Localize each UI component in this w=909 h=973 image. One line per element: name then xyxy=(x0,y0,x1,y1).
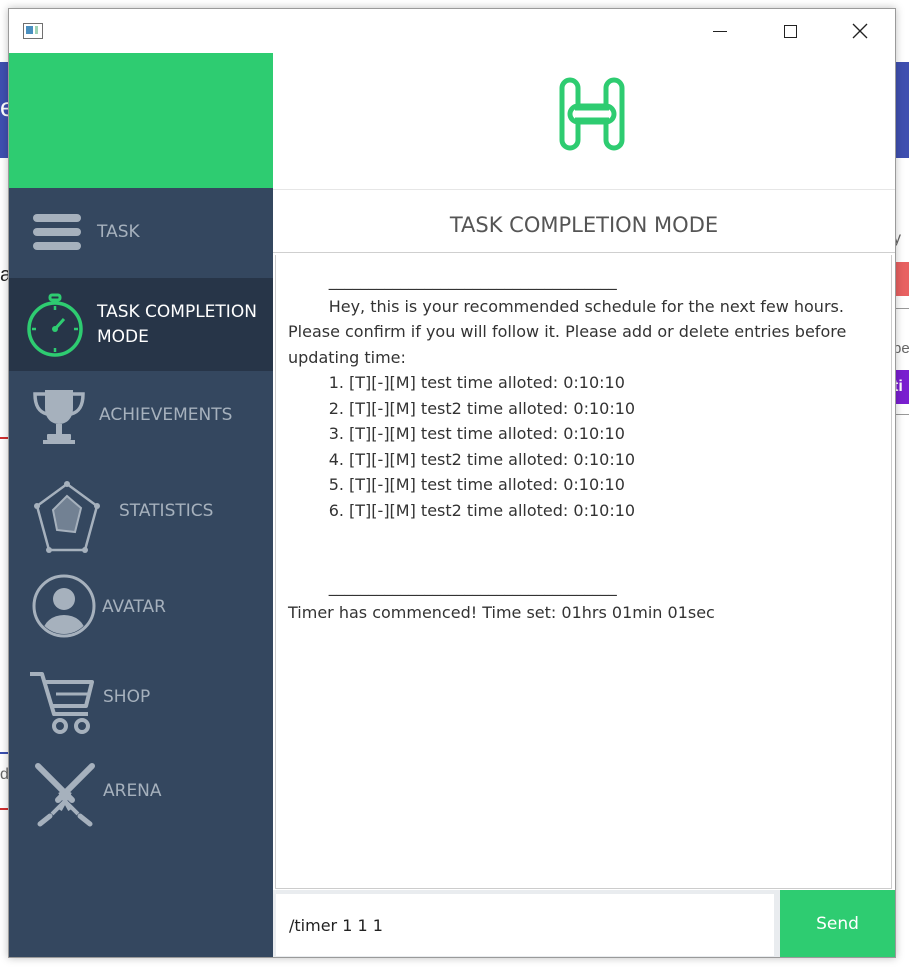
minimize-button[interactable] xyxy=(697,9,743,53)
app-window: TASK TASK COMPLETION MODE ACHIEVEMENTS S… xyxy=(8,8,896,958)
h-logo-icon xyxy=(559,77,625,155)
send-button[interactable]: Send xyxy=(780,890,895,957)
stopwatch-icon xyxy=(23,288,87,360)
main-header xyxy=(273,53,895,190)
sidebar-item-achievements[interactable]: ACHIEVEMENTS xyxy=(9,371,273,463)
menu-icon xyxy=(31,208,83,256)
close-icon xyxy=(852,23,868,39)
output-display[interactable]: ____________________________________ Hey… xyxy=(275,255,892,889)
sidebar-item-avatar[interactable]: AVATAR xyxy=(9,559,273,651)
radar-chart-icon xyxy=(33,477,101,557)
page-title: TASK COMPLETION MODE xyxy=(273,190,895,253)
shopping-cart-icon xyxy=(25,667,97,737)
crossed-swords-icon xyxy=(31,761,99,829)
user-avatar-icon xyxy=(31,573,97,639)
sidebar-item-task-completion-mode[interactable]: TASK COMPLETION MODE xyxy=(9,278,273,371)
sidebar-item-statistics[interactable]: STATISTICS xyxy=(9,463,273,559)
sidebar-item-label: SHOP xyxy=(103,687,151,707)
maximize-icon xyxy=(783,24,797,38)
sidebar-item-label: AVATAR xyxy=(102,597,166,617)
sidebar-item-label: ACHIEVEMENTS xyxy=(99,405,233,425)
sidebar-item-shop[interactable]: SHOP xyxy=(9,651,273,745)
sidebar-brand-block xyxy=(9,53,273,188)
sidebar-item-arena[interactable]: ARENA xyxy=(9,745,273,837)
trophy-icon xyxy=(31,385,87,447)
maximize-button[interactable] xyxy=(767,9,813,53)
sidebar-item-label: STATISTICS xyxy=(119,501,214,521)
sidebar: TASK TASK COMPLETION MODE ACHIEVEMENTS S… xyxy=(9,53,273,957)
main-panel: TASK COMPLETION MODE ___________________… xyxy=(273,53,895,957)
command-bar: Send xyxy=(273,890,895,957)
minimize-icon xyxy=(713,30,727,32)
output-text: ____________________________________ Hey… xyxy=(288,271,847,622)
sidebar-item-label: TASK xyxy=(97,222,140,242)
sidebar-item-label: TASK COMPLETION MODE xyxy=(97,302,257,347)
app-window-icon xyxy=(23,23,43,39)
sidebar-item-label: ARENA xyxy=(103,781,162,801)
sidebar-item-task[interactable]: TASK xyxy=(9,188,273,278)
command-input[interactable] xyxy=(276,894,774,956)
close-button[interactable] xyxy=(837,9,883,53)
title-bar[interactable] xyxy=(9,9,895,53)
